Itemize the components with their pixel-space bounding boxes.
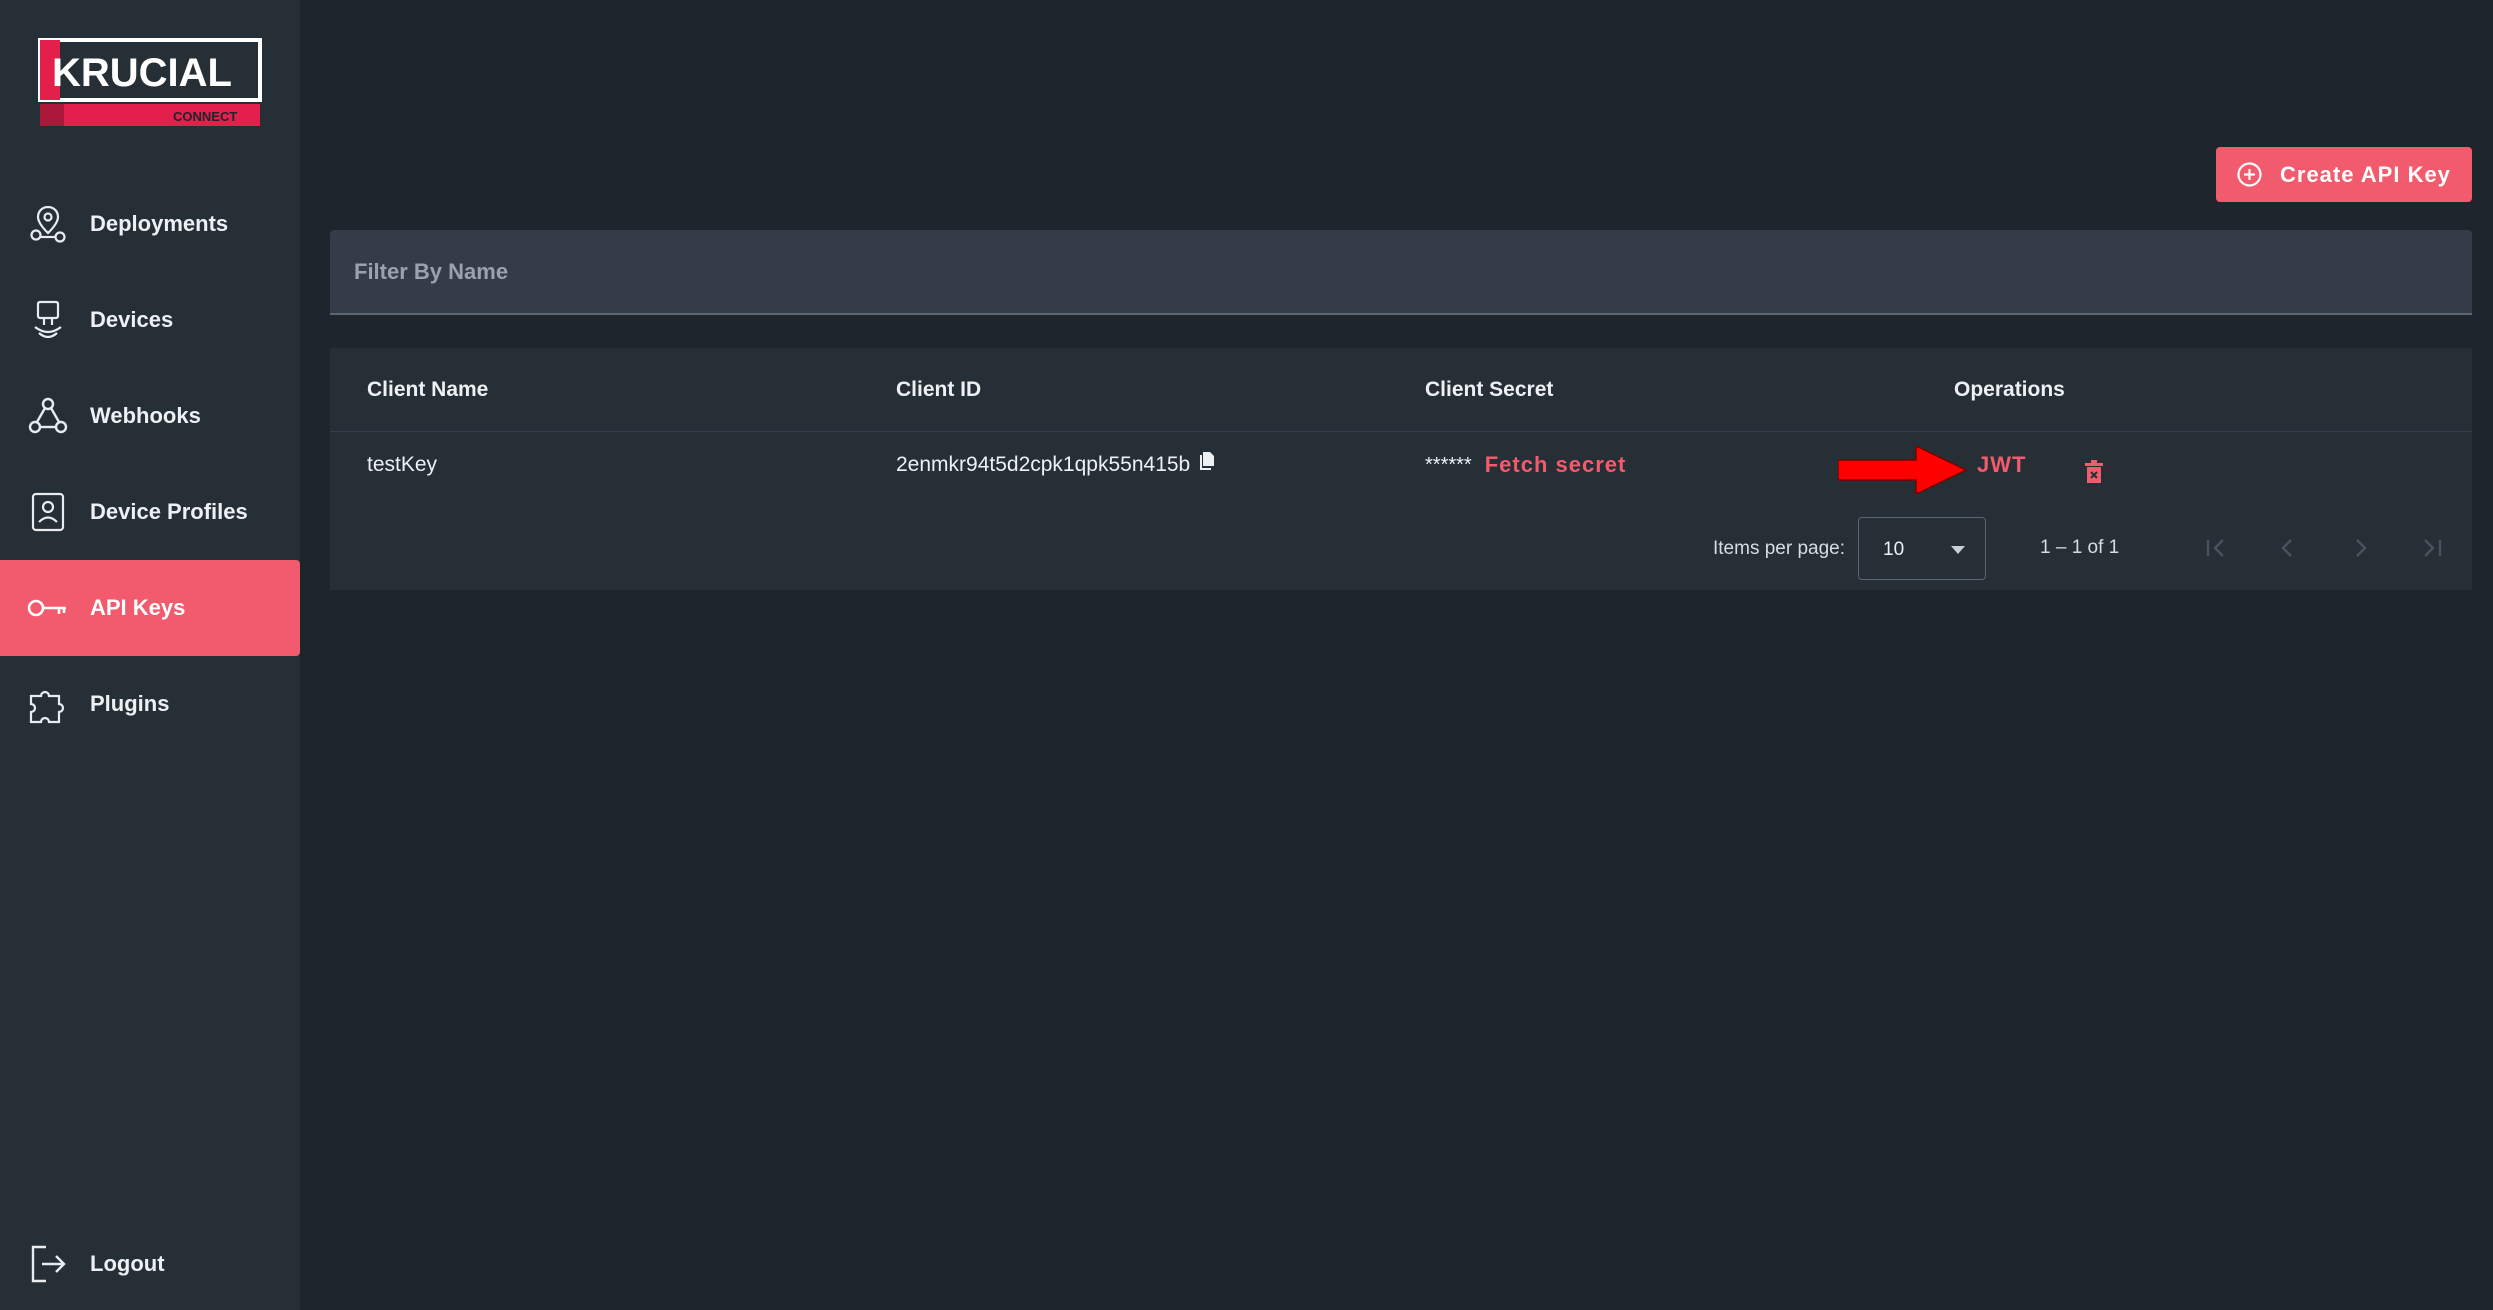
copy-icon[interactable] (1198, 451, 1216, 471)
filter-field (330, 230, 2472, 315)
header-divider (330, 431, 2472, 432)
sidebar-item-label: Deployments (90, 211, 229, 236)
add-circle-icon (2236, 161, 2263, 188)
sidebar-item-label: Plugins (90, 691, 170, 716)
chevron-down-icon (1951, 546, 1965, 554)
puzzle-icon (24, 680, 72, 728)
create-api-key-label: Create API Key (2280, 161, 2451, 187)
fetch-secret-link[interactable]: Fetch secret (1485, 452, 1627, 478)
filter-input[interactable] (354, 230, 2444, 313)
sidebar-item-devices[interactable]: Devices (0, 272, 300, 368)
next-page-button[interactable] (2340, 528, 2380, 568)
previous-page-button[interactable] (2268, 528, 2308, 568)
client-id-value: 2enmkr94t5d2cpk1qpk55n415b (896, 453, 1191, 476)
logo-wordmark: KRUCIAL (52, 51, 232, 95)
sidebar-item-label: Device Profiles (90, 499, 248, 524)
sidebar-item-api-keys[interactable]: API Keys (0, 560, 300, 656)
page-size-value: 10 (1883, 539, 1905, 560)
last-page-button[interactable] (2412, 528, 2452, 568)
column-header-operations: Operations (1954, 378, 2065, 401)
delete-icon[interactable] (2084, 460, 2104, 484)
krucial-logo[interactable]: KRUCIAL CONNECT (38, 38, 262, 133)
key-icon (24, 584, 72, 632)
client-secret-cell: ****** Fetch secret (1425, 432, 1626, 498)
logout-icon (24, 1240, 72, 1288)
sidebar-item-label: Devices (90, 307, 174, 332)
sidebar-item-plugins[interactable]: Plugins (0, 656, 300, 752)
chevron-right-icon (2356, 539, 2367, 557)
pagination-range: 1 – 1 of 1 (2040, 537, 2120, 558)
logout-label: Logout (90, 1251, 165, 1276)
last-page-icon (2424, 539, 2442, 557)
column-header-client-id[interactable]: Client ID (896, 348, 981, 432)
logout-button[interactable]: Logout (0, 1216, 300, 1310)
profile-icon (24, 488, 72, 536)
client-id-cell: 2enmkr94t5d2cpk1qpk55n415b (896, 432, 1216, 498)
create-api-key-button[interactable]: Create API Key (2216, 147, 2472, 202)
first-page-button[interactable] (2196, 528, 2236, 568)
items-per-page-label: Items per page: (1713, 538, 1846, 559)
map-pin-icon (24, 200, 72, 248)
sidebar-item-webhooks[interactable]: Webhooks (0, 368, 300, 464)
column-header-client-name[interactable]: Client Name (367, 348, 488, 432)
sidebar: KRUCIAL CONNECT Deployments Devices Webh… (0, 0, 300, 1310)
page-size-select[interactable]: 10 (1858, 517, 1986, 580)
red-arrow-annotation (1838, 446, 1968, 494)
sidebar-item-device-profiles[interactable]: Device Profiles (0, 464, 300, 560)
sidebar-item-label: Webhooks (90, 403, 201, 428)
client-name-cell: testKey (367, 453, 438, 476)
chevron-left-icon (2281, 539, 2292, 557)
secret-mask: ****** (1425, 453, 1472, 476)
webhook-icon (24, 392, 72, 440)
column-header-client-secret[interactable]: Client Secret (1425, 348, 1553, 432)
sidebar-item-deployments[interactable]: Deployments (0, 176, 300, 272)
first-page-icon (2206, 539, 2224, 557)
logo-subtitle: CONNECT (173, 109, 237, 124)
api-keys-table: Client Name Client ID Client Secret Oper… (330, 348, 2472, 590)
device-icon (24, 296, 72, 344)
jwt-button[interactable]: JWT (1977, 432, 2026, 498)
sidebar-item-label: API Keys (90, 595, 186, 620)
